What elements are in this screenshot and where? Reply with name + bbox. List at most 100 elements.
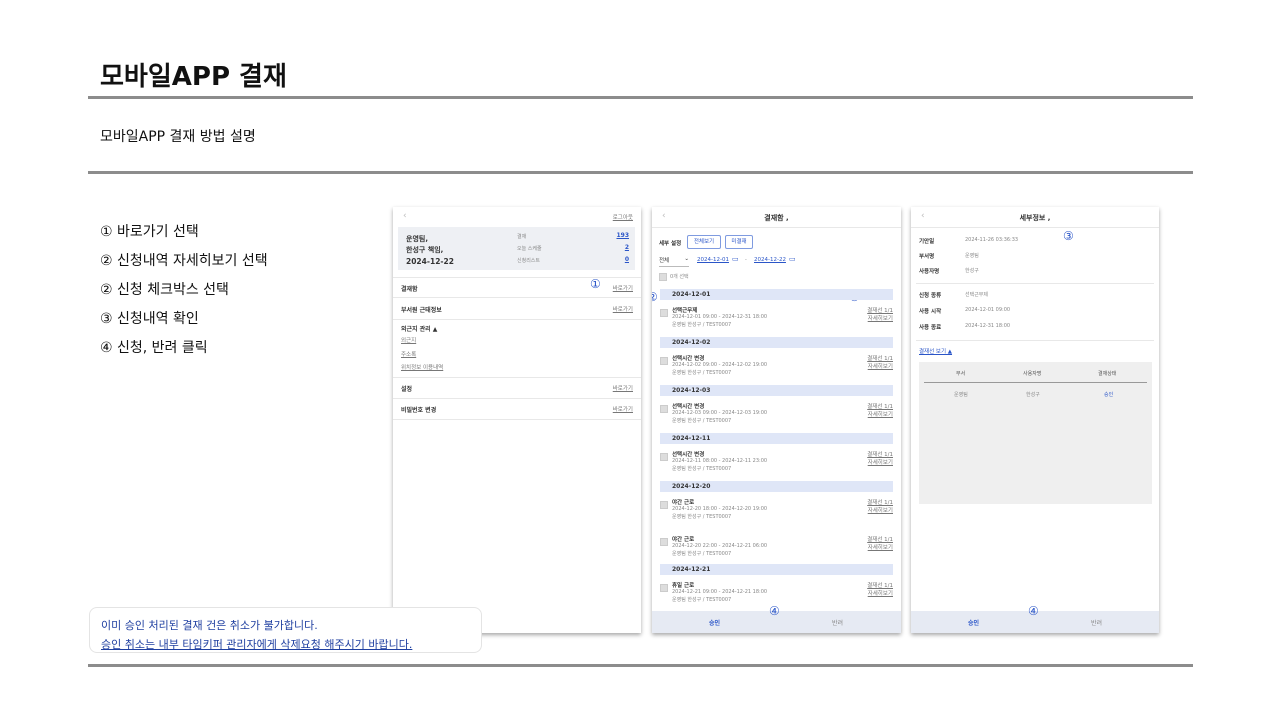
approval-line-toggle[interactable]: 결재선 보기 ▲ — [919, 347, 952, 355]
item-checkbox[interactable] — [660, 538, 668, 546]
stat-value[interactable]: 2 — [625, 244, 629, 251]
step-item: ③ 신청내역 확인 — [100, 311, 199, 327]
stat-label: 결재 — [517, 234, 527, 240]
date-band: 2024-12-11 — [660, 433, 893, 444]
type-select-value: 전체 — [659, 258, 670, 264]
filter-all-button[interactable]: 전체보기 — [687, 235, 721, 249]
approve-button[interactable]: 승인 — [968, 618, 979, 627]
filter-label: 세부 설정 — [659, 241, 682, 247]
date-to-input[interactable]: 2024-12-22 — [754, 257, 786, 263]
outside-item[interactable]: 위치정보 이용내역 — [401, 363, 443, 371]
stat-value[interactable]: 193 — [616, 232, 629, 239]
step-item: ① 바로가기 선택 — [100, 224, 199, 240]
date-band: 2024-12-20 — [660, 481, 893, 492]
date-band: 2024-12-02 — [660, 337, 893, 348]
calendar-icon[interactable]: ▭ — [732, 255, 739, 263]
item-checkbox[interactable] — [660, 453, 668, 461]
detail-link[interactable]: 자세히보기 — [868, 506, 893, 514]
notice-box: 이미 승인 처리된 결재 건은 취소가 불가합니다. 승인 취소는 내부 타임키… — [89, 607, 482, 653]
step-item: ② 신청 체크박스 선택 — [100, 282, 229, 298]
title-divider — [88, 96, 1193, 99]
item-checkbox[interactable] — [660, 357, 668, 365]
outside-item[interactable]: 주소록 — [401, 350, 416, 358]
approval-table: 부서 사용자명 결재상태 운영팀 한성구 승인 — [919, 362, 1152, 504]
marker-3: ③ — [1063, 229, 1074, 243]
approve-button[interactable]: 승인 — [709, 618, 720, 627]
approval-line-link[interactable]: 결재선 1/1 — [867, 402, 893, 410]
type-select[interactable]: 전체 ⌄ — [659, 256, 689, 267]
approval-line-link[interactable]: 결재선 1/1 — [867, 306, 893, 314]
notice-line-link[interactable]: 승인 취소는 내부 타임키퍼 관리자에게 삭제요청 해주시기 바랍니다. — [101, 635, 481, 654]
page-title: 모바일APP 결재 — [100, 62, 287, 92]
detail-link[interactable]: 자세히보기 — [868, 314, 893, 322]
detail-label: 사용자명 — [919, 269, 940, 275]
menu-password[interactable]: 비밀번호 변경 — [401, 405, 436, 414]
menu-approval-box[interactable]: 결재함 — [401, 284, 418, 293]
notice-line: 이미 승인 처리된 결재 건은 취소가 불가합니다. — [101, 619, 318, 632]
detail-value: 2024-11-26 03:36:33 — [965, 237, 1019, 243]
date-from-input[interactable]: 2024-12-01 — [697, 257, 729, 263]
detail-value: 2024-12-31 18:00 — [965, 323, 1011, 329]
approval-line-link[interactable]: 결재선 1/1 — [867, 498, 893, 506]
select-all-checkbox[interactable] — [659, 273, 667, 281]
list-item: 선택시간 변경 2024-12-03 09:00 - 2024-12-03 19… — [660, 396, 893, 433]
list-item: 야간 근로 2024-12-20 18:00 - 2024-12-20 19:0… — [660, 492, 893, 529]
reject-button[interactable]: 반려 — [1091, 618, 1102, 627]
detail-link[interactable]: 자세히보기 — [868, 589, 893, 597]
table-cell: 한성구 — [1026, 392, 1040, 398]
shortcut-link-approval[interactable]: 바로가기 — [613, 284, 633, 292]
shortcut-link-password[interactable]: 바로가기 — [613, 405, 633, 413]
item-checkbox[interactable] — [660, 309, 668, 317]
select-all-label: 0개 선택 — [670, 274, 689, 280]
item-checkbox[interactable] — [660, 584, 668, 592]
reject-button[interactable]: 반려 — [832, 618, 843, 627]
back-icon[interactable]: ‹ — [403, 211, 407, 221]
list-item: 선택근무제 2024-12-01 09:00 - 2024-12-31 18:0… — [660, 300, 893, 337]
approval-line-link[interactable]: 결재선 1/1 — [867, 535, 893, 543]
filter-pending-button[interactable]: 미결재 — [725, 235, 753, 249]
detail-link[interactable]: 자세히보기 — [868, 543, 893, 551]
table-header: 결재상태 — [1098, 371, 1117, 377]
approval-line-link[interactable]: 결재선 1/1 — [867, 354, 893, 362]
approval-line-link[interactable]: 결재선 1/1 — [867, 450, 893, 458]
item-owner: 운영팀 한성구 / TEST0007 — [672, 597, 732, 603]
item-owner: 운영팀 한성구 / TEST0007 — [672, 418, 732, 424]
outside-work-toggle[interactable]: 외근지 관리 ▲ — [401, 324, 437, 333]
calendar-icon[interactable]: ▭ — [789, 255, 796, 263]
shortcut-link-settings[interactable]: 바로가기 — [613, 384, 633, 392]
stat-value[interactable]: 0 — [625, 256, 629, 263]
list-item: 선택시간 변경 2024-12-11 08:00 - 2024-12-11 23… — [660, 444, 893, 481]
chevron-down-icon: ⌄ — [684, 256, 689, 262]
bottom-divider — [88, 664, 1193, 667]
item-owner: 운영팀 한성구 / TEST0007 — [672, 514, 732, 520]
menu-team-attendance[interactable]: 부서원 근태정보 — [401, 305, 442, 314]
step-list: ① 바로가기 선택 ② 신청내역 자세히보기 선택 ② 신청 체크박스 선택 ③… — [100, 218, 268, 363]
item-time: 2024-12-01 09:00 - 2024-12-31 18:00 — [672, 314, 768, 320]
detail-link[interactable]: 자세히보기 — [868, 458, 893, 466]
item-title: 야간 근로 — [672, 500, 695, 506]
step-item: ② 신청내역 자세히보기 선택 — [100, 253, 268, 269]
approval-line-link[interactable]: 결재선 1/1 — [867, 581, 893, 589]
item-title: 야간 근로 — [672, 537, 695, 543]
detail-value: 2024-12-01 09:00 — [965, 307, 1011, 313]
screen-approval-box: ‹ 결재함 , 세부 설정 전체보기 미결재 전체 ⌄ 2024-12-01 ▭ … — [652, 207, 901, 633]
menu-settings[interactable]: 설정 — [401, 384, 412, 393]
marker-2-left: ② — [652, 290, 658, 304]
detail-value: 선택근무제 — [965, 292, 989, 298]
item-checkbox[interactable] — [660, 405, 668, 413]
list-item: 선택시간 변경 2024-12-02 09:00 - 2024-12-02 19… — [660, 348, 893, 385]
step-item: ④ 신청, 반려 클릭 — [100, 340, 208, 356]
item-checkbox[interactable] — [660, 501, 668, 509]
logout-link[interactable]: 로그아웃 — [613, 213, 633, 221]
item-time: 2024-12-21 09:00 - 2024-12-21 18:00 — [672, 589, 768, 595]
item-title: 선택시간 변경 — [672, 404, 705, 410]
subtitle-divider — [88, 171, 1193, 174]
shortcut-link-team[interactable]: 바로가기 — [613, 305, 633, 313]
date-range-dash: - — [745, 257, 747, 263]
detail-link[interactable]: 자세히보기 — [868, 410, 893, 418]
outside-item[interactable]: 외근지 — [401, 336, 416, 344]
item-title: 휴일 근로 — [672, 583, 695, 589]
item-title: 선택시간 변경 — [672, 452, 705, 458]
marker-4: ④ — [1028, 604, 1039, 618]
detail-link[interactable]: 자세히보기 — [868, 362, 893, 370]
